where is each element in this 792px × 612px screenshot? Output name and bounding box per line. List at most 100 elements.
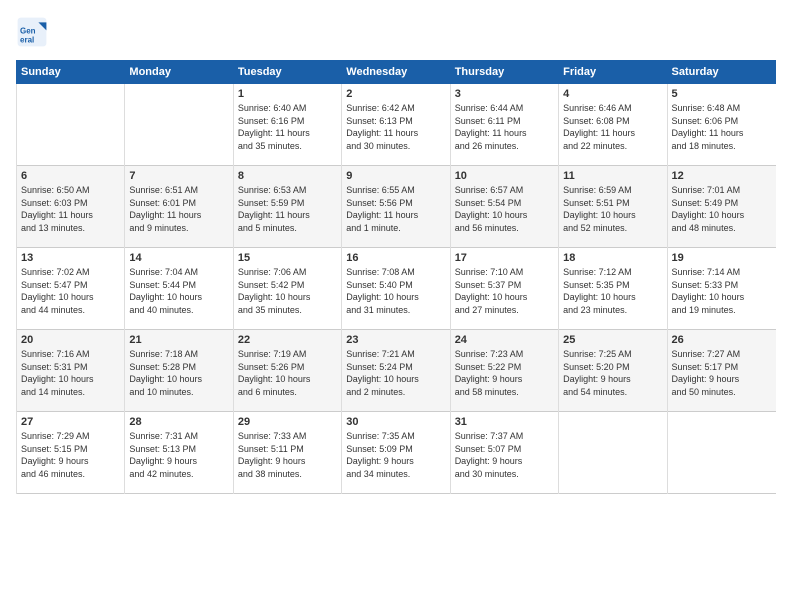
calendar-cell: 24 Sunrise: 7:23 AM Sunset: 5:22 PM Dayli…	[450, 330, 558, 412]
day-number: 24	[455, 334, 554, 346]
calendar-cell: 13 Sunrise: 7:02 AM Sunset: 5:47 PM Dayli…	[17, 248, 125, 330]
day-number: 5	[672, 88, 772, 100]
day-number: 30	[346, 416, 445, 428]
calendar-cell: 14 Sunrise: 7:04 AM Sunset: 5:44 PM Dayli…	[125, 248, 233, 330]
day-info: Sunrise: 7:12 AM Sunset: 5:35 PM Dayligh…	[563, 266, 662, 316]
day-number: 28	[129, 416, 228, 428]
calendar-cell: 17Sunrise: 7:10 AM Sunset: 5:37 PM Dayli…	[450, 248, 558, 330]
calendar-cell: 21 Sunrise: 7:18 AM Sunset: 5:28 PM Dayli…	[125, 330, 233, 412]
day-info: Sunrise: 7:18 AM Sunset: 5:28 PM Dayligh…	[129, 348, 228, 398]
day-number: 31	[455, 416, 554, 428]
day-header-tuesday: Tuesday	[233, 61, 341, 84]
day-info: Sunrise: 7:14 AM Sunset: 5:33 PM Dayligh…	[672, 266, 772, 316]
logo-icon: Gen eral	[16, 16, 48, 48]
day-info: Sunrise: 7:29 AM Sunset: 5:15 PM Dayligh…	[21, 430, 120, 480]
day-info: Sunrise: 6:59 AM Sunset: 5:51 PM Dayligh…	[563, 184, 662, 234]
day-info: Sunrise: 7:35 AM Sunset: 5:09 PM Dayligh…	[346, 430, 445, 480]
day-info: Sunrise: 7:06 AM Sunset: 5:42 PM Dayligh…	[238, 266, 337, 316]
svg-text:eral: eral	[20, 35, 34, 44]
calendar-cell: 1 Sunrise: 6:40 AM Sunset: 6:16 PM Daylig…	[233, 84, 341, 166]
day-info: Sunrise: 7:10 AM Sunset: 5:37 PM Dayligh…	[455, 266, 554, 316]
calendar-cell: 26 Sunrise: 7:27 AM Sunset: 5:17 PM Dayli…	[667, 330, 775, 412]
day-header-friday: Friday	[559, 61, 667, 84]
week-row-5: 27 Sunrise: 7:29 AM Sunset: 5:15 PM Dayli…	[17, 412, 776, 494]
calendar-cell: 7Sunrise: 6:51 AM Sunset: 6:01 PM Daylig…	[125, 166, 233, 248]
calendar-cell: 31 Sunrise: 7:37 AM Sunset: 5:07 PM Dayli…	[450, 412, 558, 494]
day-number: 27	[21, 416, 120, 428]
day-info: Sunrise: 6:44 AM Sunset: 6:11 PM Dayligh…	[455, 102, 554, 152]
calendar-cell: 19 Sunrise: 7:14 AM Sunset: 5:33 PM Dayli…	[667, 248, 775, 330]
day-info: Sunrise: 7:25 AM Sunset: 5:20 PM Dayligh…	[563, 348, 662, 398]
day-info: Sunrise: 7:16 AM Sunset: 5:31 PM Dayligh…	[21, 348, 120, 398]
calendar-cell: 22Sunrise: 7:19 AM Sunset: 5:26 PM Dayli…	[233, 330, 341, 412]
day-info: Sunrise: 6:55 AM Sunset: 5:56 PM Dayligh…	[346, 184, 445, 234]
day-info: Sunrise: 6:51 AM Sunset: 6:01 PM Dayligh…	[129, 184, 228, 234]
calendar-cell: 8 Sunrise: 6:53 AM Sunset: 5:59 PM Daylig…	[233, 166, 341, 248]
calendar-cell: 4Sunrise: 6:46 AM Sunset: 6:08 PM Daylig…	[559, 84, 667, 166]
calendar-cell: 10Sunrise: 6:57 AM Sunset: 5:54 PM Dayli…	[450, 166, 558, 248]
calendar-cell: 15 Sunrise: 7:06 AM Sunset: 5:42 PM Dayli…	[233, 248, 341, 330]
day-info: Sunrise: 7:19 AM Sunset: 5:26 PM Dayligh…	[238, 348, 337, 398]
day-info: Sunrise: 6:48 AM Sunset: 6:06 PM Dayligh…	[672, 102, 772, 152]
day-number: 20	[21, 334, 120, 346]
calendar-cell: 9 Sunrise: 6:55 AM Sunset: 5:56 PM Daylig…	[342, 166, 450, 248]
calendar-cell: 2Sunrise: 6:42 AM Sunset: 6:13 PM Daylig…	[342, 84, 450, 166]
calendar-cell: 23 Sunrise: 7:21 AM Sunset: 5:24 PM Dayli…	[342, 330, 450, 412]
day-number: 9	[346, 170, 445, 182]
calendar-cell: 16 Sunrise: 7:08 AM Sunset: 5:40 PM Dayli…	[342, 248, 450, 330]
day-number: 25	[563, 334, 662, 346]
header-row: SundayMondayTuesdayWednesdayThursdayFrid…	[17, 61, 776, 84]
day-number: 21	[129, 334, 228, 346]
day-header-sunday: Sunday	[17, 61, 125, 84]
calendar-cell: 27 Sunrise: 7:29 AM Sunset: 5:15 PM Dayli…	[17, 412, 125, 494]
day-number: 1	[238, 88, 337, 100]
day-info: Sunrise: 7:37 AM Sunset: 5:07 PM Dayligh…	[455, 430, 554, 480]
day-info: Sunrise: 6:53 AM Sunset: 5:59 PM Dayligh…	[238, 184, 337, 234]
calendar-cell: 6 Sunrise: 6:50 AM Sunset: 6:03 PM Daylig…	[17, 166, 125, 248]
week-row-2: 6 Sunrise: 6:50 AM Sunset: 6:03 PM Daylig…	[17, 166, 776, 248]
day-number: 11	[563, 170, 662, 182]
day-number: 12	[672, 170, 772, 182]
day-number: 14	[129, 252, 228, 264]
day-number: 19	[672, 252, 772, 264]
calendar-cell: 18 Sunrise: 7:12 AM Sunset: 5:35 PM Dayli…	[559, 248, 667, 330]
calendar-cell: 28 Sunrise: 7:31 AM Sunset: 5:13 PM Dayli…	[125, 412, 233, 494]
svg-text:Gen: Gen	[20, 27, 36, 36]
calendar-cell: 5 Sunrise: 6:48 AM Sunset: 6:06 PM Daylig…	[667, 84, 775, 166]
day-number: 16	[346, 252, 445, 264]
logo: Gen eral	[16, 16, 52, 48]
day-info: Sunrise: 7:02 AM Sunset: 5:47 PM Dayligh…	[21, 266, 120, 316]
calendar-cell	[17, 84, 125, 166]
day-header-monday: Monday	[125, 61, 233, 84]
day-number: 23	[346, 334, 445, 346]
day-info: Sunrise: 6:50 AM Sunset: 6:03 PM Dayligh…	[21, 184, 120, 234]
day-info: Sunrise: 7:27 AM Sunset: 5:17 PM Dayligh…	[672, 348, 772, 398]
calendar-cell: 30 Sunrise: 7:35 AM Sunset: 5:09 PM Dayli…	[342, 412, 450, 494]
day-info: Sunrise: 7:01 AM Sunset: 5:49 PM Dayligh…	[672, 184, 772, 234]
week-row-3: 13 Sunrise: 7:02 AM Sunset: 5:47 PM Dayli…	[17, 248, 776, 330]
day-info: Sunrise: 6:40 AM Sunset: 6:16 PM Dayligh…	[238, 102, 337, 152]
day-number: 18	[563, 252, 662, 264]
calendar-cell: 20 Sunrise: 7:16 AM Sunset: 5:31 PM Dayli…	[17, 330, 125, 412]
day-number: 10	[455, 170, 554, 182]
calendar-cell	[559, 412, 667, 494]
day-info: Sunrise: 7:08 AM Sunset: 5:40 PM Dayligh…	[346, 266, 445, 316]
day-number: 2	[346, 88, 445, 100]
calendar-table: SundayMondayTuesdayWednesdayThursdayFrid…	[16, 60, 776, 494]
day-number: 8	[238, 170, 337, 182]
day-info: Sunrise: 7:23 AM Sunset: 5:22 PM Dayligh…	[455, 348, 554, 398]
day-info: Sunrise: 6:46 AM Sunset: 6:08 PM Dayligh…	[563, 102, 662, 152]
day-number: 26	[672, 334, 772, 346]
calendar-cell: 11 Sunrise: 6:59 AM Sunset: 5:51 PM Dayli…	[559, 166, 667, 248]
calendar-cell: 25 Sunrise: 7:25 AM Sunset: 5:20 PM Dayli…	[559, 330, 667, 412]
day-info: Sunrise: 7:21 AM Sunset: 5:24 PM Dayligh…	[346, 348, 445, 398]
day-number: 6	[21, 170, 120, 182]
day-info: Sunrise: 7:31 AM Sunset: 5:13 PM Dayligh…	[129, 430, 228, 480]
calendar-cell: 3Sunrise: 6:44 AM Sunset: 6:11 PM Daylig…	[450, 84, 558, 166]
day-info: Sunrise: 7:04 AM Sunset: 5:44 PM Dayligh…	[129, 266, 228, 316]
day-info: Sunrise: 7:33 AM Sunset: 5:11 PM Dayligh…	[238, 430, 337, 480]
day-number: 13	[21, 252, 120, 264]
calendar-cell: 29Sunrise: 7:33 AM Sunset: 5:11 PM Dayli…	[233, 412, 341, 494]
page-container: Gen eral SundayMondayTuesdayWednesdayThu…	[0, 0, 792, 502]
day-number: 15	[238, 252, 337, 264]
